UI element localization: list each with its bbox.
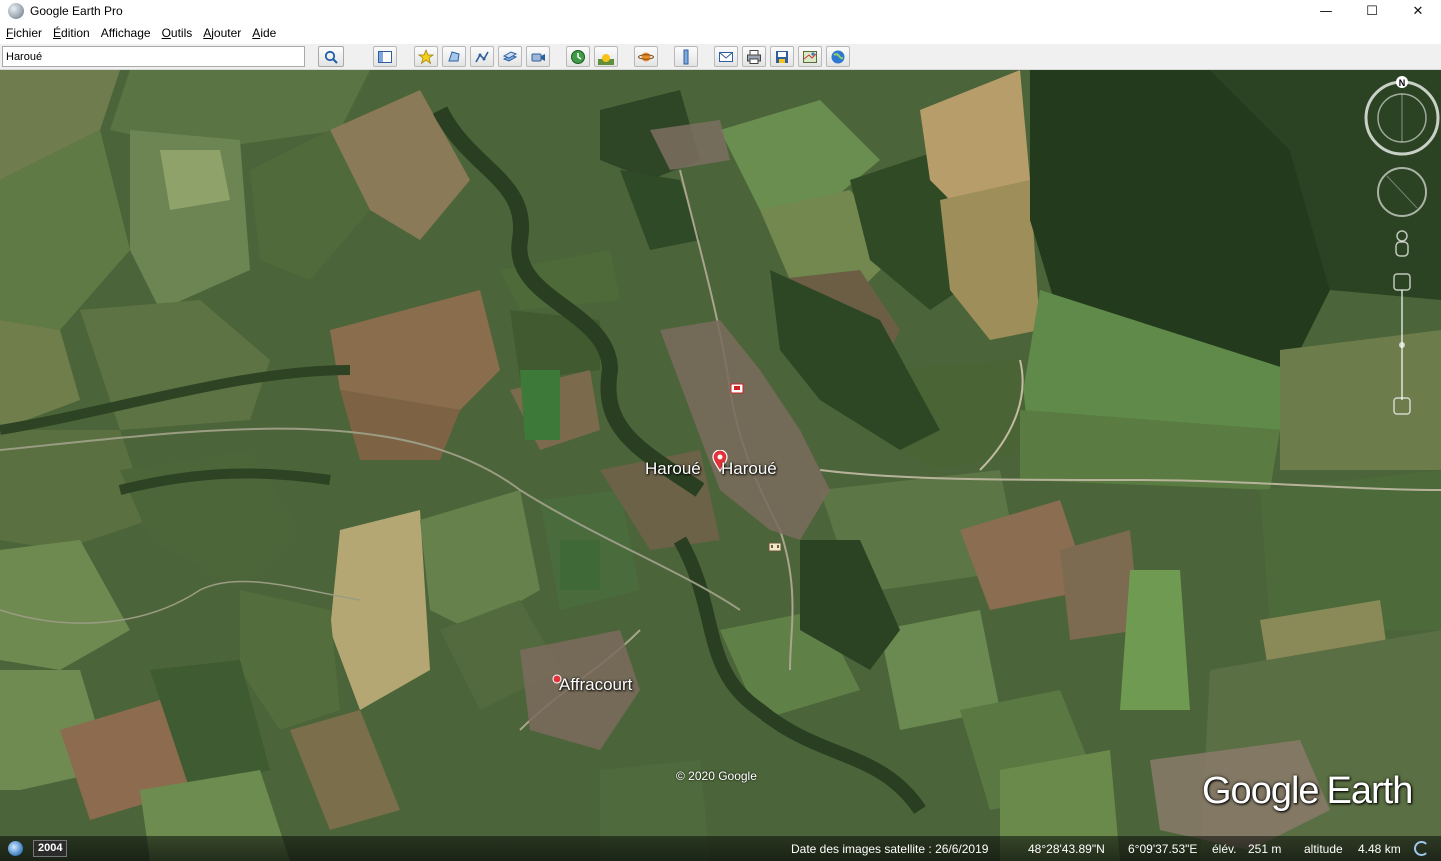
add-path-button[interactable] — [470, 46, 494, 67]
email-button[interactable] — [714, 46, 738, 67]
map-viewport[interactable]: Haroué Haroué Affracourt © 2020 Google G… — [0, 70, 1441, 861]
elevation-label: élév. — [1212, 842, 1237, 856]
save-image-icon — [776, 50, 788, 63]
polygon-icon — [448, 50, 460, 61]
menu-outils[interactable]: Outils — [157, 22, 198, 44]
north-indicator[interactable]: N — [1399, 78, 1406, 88]
window-title: Google Earth Pro — [30, 4, 123, 18]
menu-affichage[interactable]: Affichage — [96, 22, 156, 44]
place-label-haroue[interactable]: Haroué — [645, 459, 701, 479]
maximize-button[interactable]: ☐ — [1349, 0, 1395, 22]
place-label-affracourt[interactable]: Affracourt — [559, 675, 632, 695]
save-image-button[interactable] — [770, 46, 794, 67]
imagery-date: Date des images satellite : 26/6/2019 — [791, 842, 989, 856]
historical-imagery-icon — [571, 49, 585, 64]
menu-aide[interactable]: Aide — [247, 22, 281, 44]
poi-castle-icon[interactable] — [768, 540, 782, 552]
path-icon — [475, 51, 489, 62]
search-button[interactable] — [318, 46, 344, 67]
ruler-icon — [683, 49, 689, 64]
status-bar: 2004 Date des images satellite : 26/6/20… — [0, 836, 1441, 861]
altitude-value: 4.48 km — [1358, 842, 1401, 856]
google-earth-app-icon — [8, 3, 24, 19]
poi-shop-icon[interactable] — [730, 382, 744, 394]
toolbar — [0, 44, 1441, 70]
longitude-readout: 6°09'37.53"E — [1128, 842, 1198, 856]
look-joystick[interactable] — [1377, 167, 1427, 217]
search-icon — [324, 50, 338, 64]
altitude-label: altitude — [1304, 842, 1343, 856]
street-view-pegman-icon[interactable] — [1395, 230, 1409, 257]
sunlight-button[interactable] — [594, 46, 618, 67]
planets-button[interactable] — [634, 46, 658, 67]
add-placemark-button[interactable] — [414, 46, 438, 67]
elevation-value: 251 m — [1248, 842, 1282, 856]
search-input[interactable] — [2, 46, 305, 67]
streaming-indicator-icon — [1414, 841, 1429, 856]
ruler-button[interactable] — [674, 46, 698, 67]
view-in-maps-button[interactable] — [798, 46, 822, 67]
window-controls: — ☐ ✕ — [1303, 0, 1441, 22]
historical-imagery-button[interactable] — [566, 46, 590, 67]
menu-edition[interactable]: Édition — [48, 22, 95, 44]
sidebar-icon — [378, 50, 392, 63]
place-label-haroue-2[interactable]: Haroué — [721, 459, 777, 479]
view-in-maps-icon — [803, 50, 817, 63]
menu-bar: Fichier Édition Affichage Outils Ajouter… — [0, 22, 1441, 44]
placemark-icon — [418, 48, 434, 64]
planets-icon — [638, 52, 654, 61]
print-icon — [747, 49, 761, 64]
add-overlay-button[interactable] — [498, 46, 522, 67]
sidebar-toggle-button[interactable] — [373, 46, 397, 67]
historical-imagery-icon[interactable] — [8, 841, 23, 856]
copyright-text: © 2020 Google — [676, 769, 757, 783]
navigation-controls: N — [1364, 76, 1440, 415]
sunlight-icon — [598, 53, 614, 65]
print-button[interactable] — [742, 46, 766, 67]
imagery-year-badge[interactable]: 2004 — [33, 840, 68, 857]
web-button[interactable] — [826, 46, 850, 67]
web-icon — [831, 50, 845, 63]
email-icon — [719, 51, 733, 62]
latitude-readout: 48°28'43.89"N — [1028, 842, 1105, 856]
overlay-icon — [502, 50, 518, 62]
close-button[interactable]: ✕ — [1395, 0, 1441, 22]
zoom-slider[interactable] — [1393, 273, 1411, 415]
record-tour-button[interactable] — [526, 46, 550, 67]
google-earth-logo: Google Earth — [1202, 770, 1413, 812]
add-polygon-button[interactable] — [442, 46, 466, 67]
minimize-button[interactable]: — — [1303, 0, 1349, 22]
tour-icon — [531, 53, 545, 61]
menu-fichier[interactable]: Fichier — [1, 22, 47, 44]
title-bar: Google Earth Pro — ☐ ✕ — [0, 0, 1441, 22]
menu-ajouter[interactable]: Ajouter — [198, 22, 246, 44]
